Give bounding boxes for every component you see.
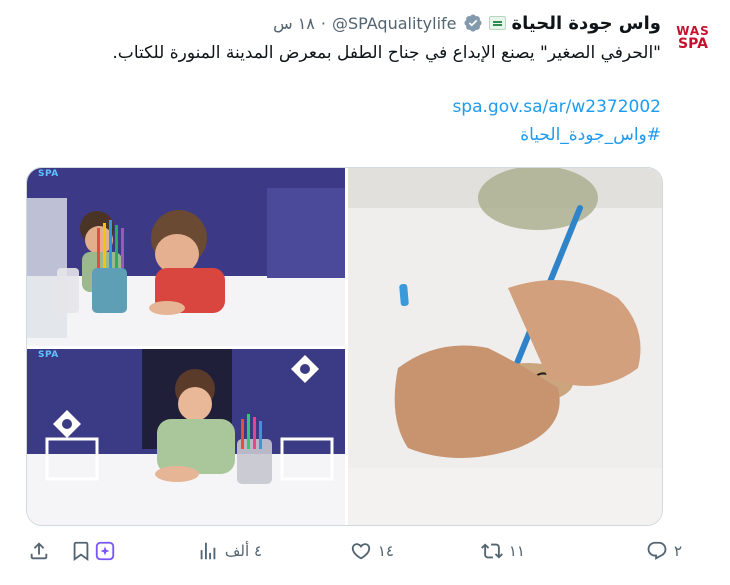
bookmark-button[interactable] bbox=[70, 540, 92, 562]
views-icon bbox=[200, 542, 216, 560]
repost-count: ١١ bbox=[508, 542, 525, 560]
tweet-link[interactable]: spa.gov.sa/ar/w2372002 bbox=[452, 97, 661, 117]
repost-icon bbox=[480, 543, 503, 559]
grok-button[interactable] bbox=[94, 540, 116, 562]
tweet-text: "الحرفي الصغير" يصنع الإبداع في جناح الط… bbox=[112, 43, 661, 63]
heart-icon bbox=[351, 543, 371, 560]
repost-button[interactable]: ١١ bbox=[480, 540, 525, 562]
avatar-logo-line2: SPA bbox=[678, 36, 708, 52]
photo-boy-drawing[interactable]: SPA bbox=[27, 168, 345, 346]
separator-dot: · bbox=[320, 13, 326, 33]
display-name[interactable]: واس جودة الحياة bbox=[512, 13, 661, 34]
media-grid: SPA SPA bbox=[26, 167, 663, 526]
share-icon bbox=[30, 542, 48, 560]
verified-badge-icon[interactable] bbox=[463, 13, 483, 33]
affiliate-badge-icon[interactable] bbox=[488, 16, 506, 30]
watermark-spa: SPA bbox=[38, 169, 59, 179]
photo-hand-drawing[interactable] bbox=[348, 168, 662, 525]
reply-icon bbox=[647, 541, 667, 560]
avatar[interactable]: WAS SPA bbox=[671, 16, 715, 60]
like-button[interactable]: ١٤ bbox=[350, 540, 394, 562]
action-bar: ٢ ١١ ١٤ ٤ ألف bbox=[0, 540, 730, 574]
bookmark-icon bbox=[73, 541, 89, 562]
views-button[interactable]: ٤ ألف bbox=[197, 540, 262, 562]
tweet[interactable]: WAS SPA واس جودة الحياة @SPAqualitylife … bbox=[0, 0, 730, 585]
tweet-header: واس جودة الحياة @SPAqualitylife · ١٨ س bbox=[273, 10, 661, 36]
share-button[interactable] bbox=[28, 540, 50, 562]
reply-button[interactable]: ٢ bbox=[646, 540, 682, 562]
photo-girl-drawing[interactable]: SPA bbox=[27, 349, 345, 525]
timestamp[interactable]: ١٨ س bbox=[273, 14, 315, 33]
like-count: ١٤ bbox=[377, 542, 394, 560]
reply-count: ٢ bbox=[673, 542, 682, 560]
grok-icon bbox=[95, 541, 115, 561]
tweet-hashtag[interactable]: #واس_جودة_الحياة bbox=[520, 125, 661, 145]
views-count: ٤ ألف bbox=[224, 542, 262, 560]
user-handle[interactable]: @SPAqualitylife bbox=[332, 14, 457, 33]
watermark-spa: SPA bbox=[38, 350, 59, 360]
